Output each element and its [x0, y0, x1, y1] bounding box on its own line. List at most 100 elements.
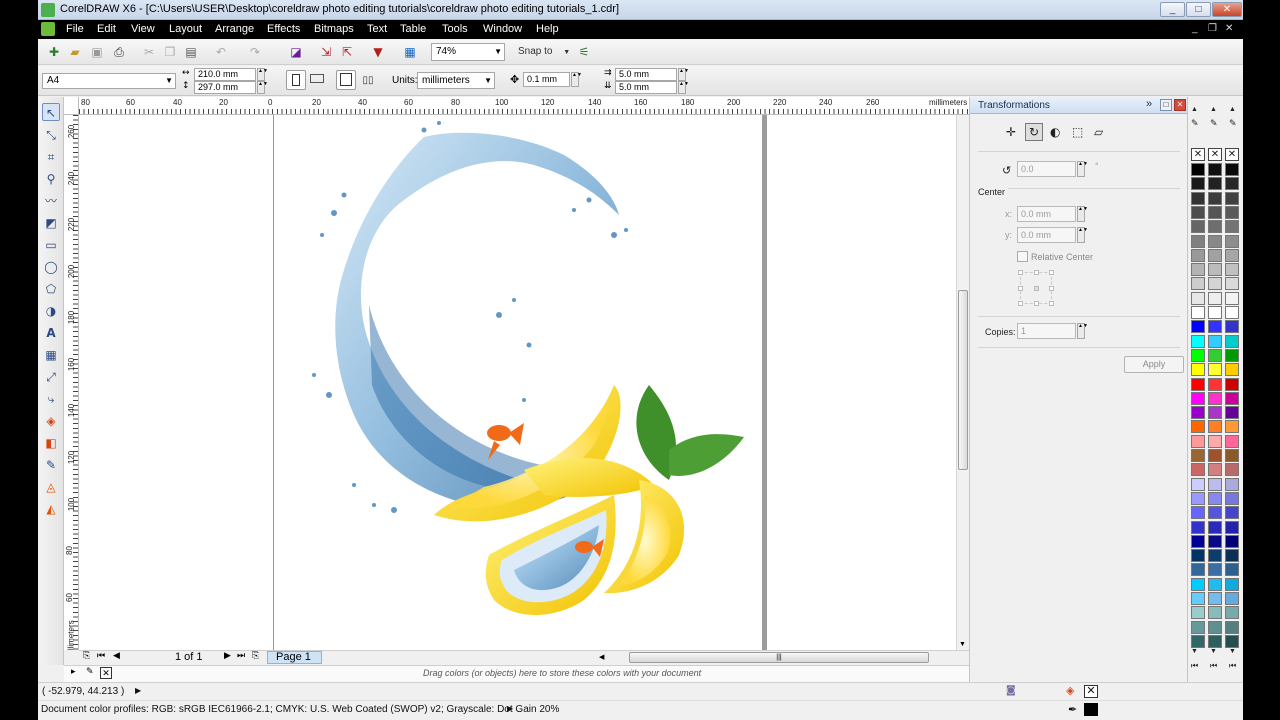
rectangle-tool-icon[interactable]: ▭ [42, 236, 60, 254]
color-swatch[interactable] [1208, 420, 1222, 434]
save-icon[interactable]: ▣ [89, 44, 105, 60]
menu-edit[interactable]: Edit [97, 23, 116, 35]
publish-pdf-icon[interactable]: ▼ [370, 44, 386, 60]
color-swatch[interactable] [1191, 391, 1205, 405]
color-swatch[interactable] [1225, 334, 1239, 348]
color-swatch[interactable] [1208, 306, 1222, 319]
no-color-swatch[interactable]: ✕ [1225, 148, 1239, 161]
color-swatch[interactable] [1208, 406, 1222, 420]
horizontal-scroll-thumb[interactable]: ||| [629, 652, 929, 663]
center-x-spinner[interactable]: ▲▼ [1077, 206, 1088, 222]
color-swatch[interactable] [1225, 306, 1239, 319]
color-swatch[interactable] [1225, 620, 1239, 634]
color-swatch[interactable] [1225, 263, 1239, 277]
no-fill-swatch[interactable]: ✕ [1084, 685, 1098, 698]
size-tab-icon[interactable]: ⬚ [1072, 125, 1083, 139]
color-swatch[interactable] [1225, 491, 1239, 505]
color-swatch[interactable] [1208, 477, 1222, 491]
menu-window[interactable]: Window [483, 23, 522, 35]
page-tab[interactable]: Page 1 [267, 651, 322, 664]
status-arrow-icon[interactable]: ▶ [507, 704, 513, 713]
ruler-origin[interactable] [64, 97, 79, 115]
apply-button[interactable]: Apply [1124, 356, 1184, 373]
color-swatch[interactable] [1225, 606, 1239, 620]
color-swatch[interactable] [1225, 506, 1239, 520]
add-page-before-icon[interactable]: ⎘ [83, 651, 90, 661]
color-proof-icon[interactable]: ◙ [1006, 685, 1016, 696]
color-swatch[interactable] [1208, 263, 1222, 277]
color-swatch[interactable] [1208, 220, 1222, 234]
palette-expand-icon[interactable]: ⏮ [1229, 661, 1236, 671]
anchor-point[interactable] [1034, 301, 1039, 306]
color-swatch[interactable] [1191, 277, 1205, 291]
blend-tool-icon[interactable]: ◈ [42, 412, 60, 430]
scroll-down-icon[interactable]: ▼ [959, 641, 966, 648]
next-page-icon[interactable]: ▶ [224, 651, 231, 661]
menu-bitmaps[interactable]: Bitmaps [314, 23, 354, 35]
duplicate-distance-x-field[interactable]: 5.0 mm [615, 68, 677, 81]
color-swatch[interactable] [1191, 406, 1205, 420]
color-swatch[interactable] [1191, 463, 1205, 477]
color-swatch[interactable] [1225, 420, 1239, 434]
color-swatch[interactable] [1191, 606, 1205, 620]
close-button[interactable]: ✕ [1212, 2, 1242, 17]
color-swatch[interactable] [1225, 449, 1239, 462]
color-swatch[interactable] [1225, 234, 1239, 248]
color-swatch[interactable] [1225, 320, 1239, 334]
rotate-tab-icon[interactable]: ↻ [1025, 123, 1043, 141]
duplicate-x-spinner[interactable]: ▲▼ [678, 68, 689, 81]
color-swatch[interactable] [1208, 534, 1222, 548]
no-color-swatch[interactable]: ✕ [100, 667, 112, 679]
connector-tool-icon[interactable]: ⤷ [42, 390, 60, 408]
previous-page-icon[interactable]: ◀ [113, 651, 120, 661]
polygon-tool-icon[interactable]: ⬠ [42, 280, 60, 298]
anchor-point[interactable] [1049, 270, 1054, 275]
color-swatch[interactable] [1225, 277, 1239, 291]
anchor-grid[interactable] [1018, 270, 1054, 306]
ellipse-tool-icon[interactable]: ◯ [42, 258, 60, 276]
color-swatch[interactable] [1225, 592, 1239, 605]
color-swatch[interactable] [1191, 506, 1205, 520]
print-icon[interactable]: ⎙ [111, 44, 127, 60]
position-tab-icon[interactable]: ✛ [1006, 125, 1016, 139]
center-y-spinner[interactable]: ▲▼ [1077, 227, 1088, 243]
options-icon[interactable]: ⚟ [576, 44, 592, 60]
skew-tab-icon[interactable]: ⏥ [1094, 125, 1103, 139]
no-color-swatch[interactable]: ✕ [1191, 148, 1205, 161]
color-swatch[interactable] [1208, 191, 1222, 205]
horizontal-ruler[interactable]: 80 60 40 20 0 20 40 60 80 100 120 140 16… [79, 97, 1007, 115]
portrait-button[interactable] [286, 70, 306, 90]
color-swatch[interactable] [1225, 463, 1239, 477]
last-page-icon[interactable]: ⏭ [237, 651, 245, 661]
color-swatch[interactable] [1191, 420, 1205, 434]
color-swatch[interactable] [1208, 234, 1222, 248]
vertical-scrollbar[interactable]: ▼ [956, 115, 969, 650]
landscape-button[interactable] [310, 74, 324, 83]
menu-layout[interactable]: Layout [169, 23, 202, 35]
color-swatch[interactable] [1191, 534, 1205, 548]
anchor-point[interactable] [1049, 301, 1054, 306]
color-swatch[interactable] [1208, 348, 1222, 362]
relative-center-checkbox[interactable] [1017, 251, 1028, 262]
fill-tool-icon[interactable]: ◭ [42, 500, 60, 518]
eyedropper-icon[interactable]: ✎ [1191, 119, 1199, 129]
minimize-button[interactable]: _ [1160, 2, 1185, 17]
color-swatch[interactable] [1225, 634, 1239, 648]
table-tool-icon[interactable]: ▦ [42, 346, 60, 364]
color-swatch[interactable] [1191, 348, 1205, 362]
color-swatch[interactable] [1225, 549, 1239, 563]
menu-view[interactable]: View [131, 23, 155, 35]
snap-to-button[interactable]: Snap to ▼ [518, 44, 578, 60]
color-swatch[interactable] [1225, 434, 1239, 448]
color-swatch[interactable] [1208, 592, 1222, 605]
anchor-point[interactable] [1018, 270, 1023, 275]
outline-color-swatch[interactable] [1084, 703, 1098, 716]
palette-scroll-up-icon[interactable]: ▲ [1210, 106, 1217, 113]
width-spinner[interactable]: ▲▼ [257, 68, 268, 81]
color-swatch[interactable] [1225, 248, 1239, 262]
all-pages-button[interactable] [336, 70, 356, 90]
color-swatch[interactable] [1225, 191, 1239, 205]
pick-tool-icon[interactable]: ↖ [42, 103, 60, 121]
color-swatch[interactable] [1191, 449, 1205, 462]
document-palette[interactable]: ▸ ✎ ✕ Drag colors (or objects) here to s… [64, 665, 969, 682]
